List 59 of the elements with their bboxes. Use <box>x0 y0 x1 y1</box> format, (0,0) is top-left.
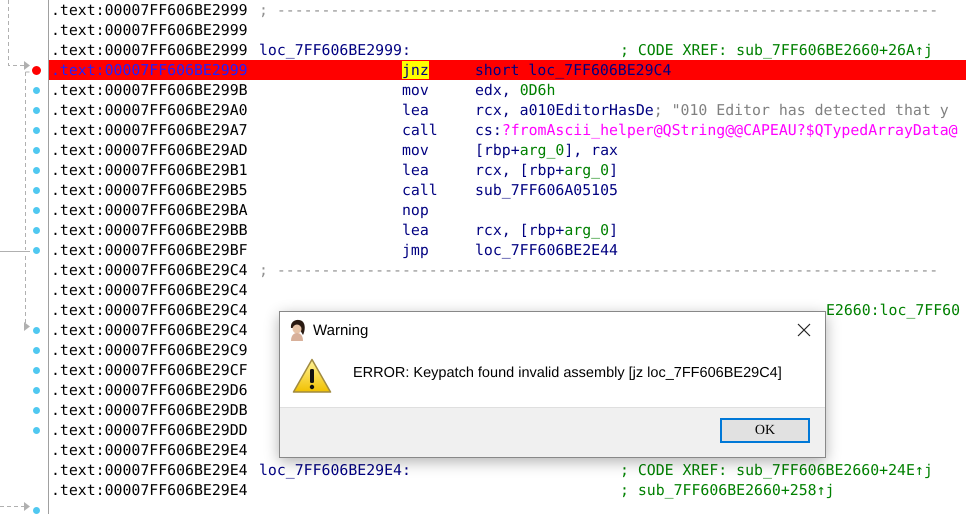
address: .text:00007FF606BE29C9 <box>51 341 249 359</box>
address: .text:00007FF606BE2999 <box>51 21 249 39</box>
address: .text:00007FF606BE29C4 <box>51 321 249 339</box>
address: .text:00007FF606BE29BB <box>51 221 249 239</box>
address: .text:00007FF606BE29B1 <box>51 161 249 179</box>
separator-comment: ; -------------------------------------------------------------------------- <box>259 261 938 279</box>
address: .text:00007FF606BE29E4 <box>51 441 249 459</box>
warning-icon <box>292 358 332 394</box>
address: .text:00007FF606BE29B5 <box>51 181 249 199</box>
operands: [rbp+arg_0], rax <box>475 141 618 159</box>
address: .text:00007FF606BE29E4 <box>51 461 249 479</box>
label: loc_7FF606BE2999: <box>259 41 412 59</box>
address: .text:00007FF606BE2999 <box>51 41 249 59</box>
operands: short loc_7FF606BE29C4 <box>474 61 672 79</box>
operands: sub_7FF606A05105 <box>475 181 618 199</box>
address: .text:00007FF606BE29A0 <box>51 101 249 119</box>
operands: rcx, [rbp+arg_0] <box>475 161 618 179</box>
address: .text:00007FF606BE29A7 <box>51 121 249 139</box>
dialog-title: Warning <box>313 322 370 338</box>
address: .text:00007FF606BE29AD <box>51 141 249 159</box>
ok-button[interactable]: OK <box>720 418 810 443</box>
operands: cs:?fromAscii_helper@QString@@CAPEAU?$QTypedArrayData@ <box>475 121 958 139</box>
address: .text:00007FF606BE29D6 <box>51 381 249 399</box>
address: .text:00007FF606BE29E4 <box>51 481 249 499</box>
person-icon <box>288 319 306 341</box>
mnemonic: call <box>402 121 439 139</box>
comment: ; "010 Editor has detected that y <box>654 101 949 119</box>
mnemonic: lea <box>402 101 430 119</box>
separator-comment: ; -------------------------------------------------------------------------- <box>259 1 938 19</box>
mnemonic: jnz <box>402 61 429 79</box>
mnemonic: nop <box>402 201 430 219</box>
address: .text:00007FF606BE29C4 <box>51 281 249 299</box>
address: .text:00007FF606BE29C4 <box>51 301 249 319</box>
operands: rcx, [rbp+arg_0] <box>475 221 618 239</box>
error-message: ERROR: Keypatch found invalid assembly [jz loc_7FF606BE29C4] <box>353 364 782 380</box>
close-icon[interactable] <box>797 323 811 337</box>
address: .text:00007FF606BE2999 <box>51 61 249 79</box>
operands: edx, 0D6h <box>475 81 556 99</box>
label: loc_7FF606BE29E4: <box>259 461 412 479</box>
comment: E2660:loc_7FF60 <box>826 301 960 319</box>
address: .text:00007FF606BE29C4 <box>51 261 249 279</box>
mnemonic: lea <box>402 221 430 239</box>
mnemonic: mov <box>402 141 430 159</box>
address: .text:00007FF606BE29CF <box>51 361 249 379</box>
mnemonic: call <box>402 181 439 199</box>
comment: ; CODE XREF: sub_7FF606BE2660+24E↑j <box>620 461 933 479</box>
operands: rcx, a010EditorHasDe <box>475 101 654 119</box>
address: .text:00007FF606BE2999 <box>51 1 249 19</box>
address: .text:00007FF606BE29BF <box>51 241 249 259</box>
address: .text:00007FF606BE299B <box>51 81 249 99</box>
mnemonic: mov <box>402 81 430 99</box>
comment: ; CODE XREF: sub_7FF606BE2660+26A↑j <box>620 41 933 59</box>
address: .text:00007FF606BE29DB <box>51 401 249 419</box>
mnemonic: jmp <box>402 241 430 259</box>
address: .text:00007FF606BE29DD <box>51 421 249 439</box>
comment: ; sub_7FF606BE2660+258↑j <box>620 481 834 499</box>
operands: loc_7FF606BE2E44 <box>475 241 618 259</box>
mnemonic: lea <box>402 161 430 179</box>
address: .text:00007FF606BE29BA <box>51 201 249 219</box>
